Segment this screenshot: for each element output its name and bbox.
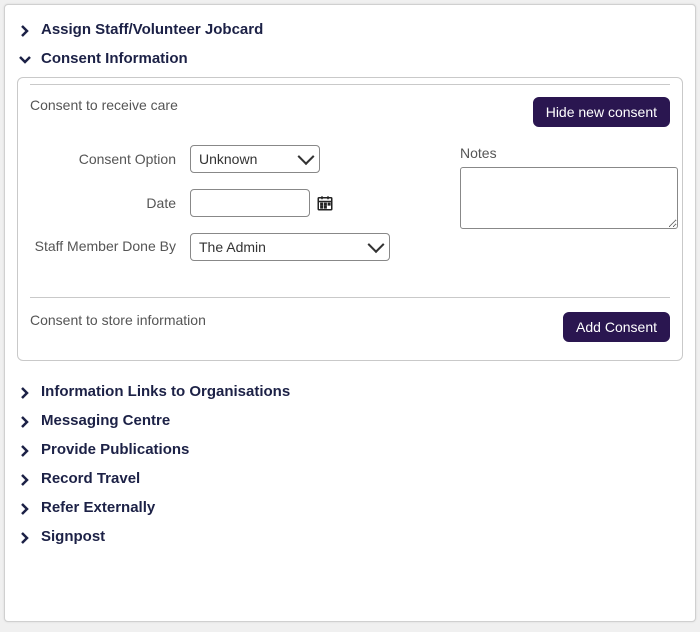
accordion-publications[interactable]: Provide Publications <box>17 435 683 464</box>
consent-option-select[interactable]: Unknown <box>190 145 320 173</box>
divider <box>30 297 670 298</box>
consent-option-label: Consent Option <box>30 150 190 168</box>
chevron-right-icon <box>19 24 41 36</box>
accordion-label: Refer Externally <box>41 499 155 516</box>
accordion-assign-staff[interactable]: Assign Staff/Volunteer Jobcard <box>17 15 683 44</box>
chevron-right-icon <box>19 386 41 398</box>
consent-receive-care-label: Consent to receive care <box>30 97 178 113</box>
add-consent-button[interactable]: Add Consent <box>563 312 670 342</box>
chevron-right-icon <box>19 444 41 456</box>
main-panel: Assign Staff/Volunteer Jobcard Consent I… <box>4 4 696 622</box>
staff-member-label: Staff Member Done By <box>30 233 190 255</box>
accordion-label: Messaging Centre <box>41 412 170 429</box>
consent-content-box: Consent to receive care Hide new consent… <box>17 77 683 361</box>
accordion-messaging[interactable]: Messaging Centre <box>17 406 683 435</box>
hide-new-consent-button[interactable]: Hide new consent <box>533 97 670 127</box>
accordion-signpost[interactable]: Signpost <box>17 522 683 551</box>
chevron-right-icon <box>19 415 41 427</box>
accordion-refer-externally[interactable]: Refer Externally <box>17 493 683 522</box>
accordion-label: Signpost <box>41 528 105 545</box>
accordion-info-links[interactable]: Information Links to Organisations <box>17 377 683 406</box>
date-input[interactable] <box>190 189 310 217</box>
staff-member-select[interactable]: The Admin <box>190 233 390 261</box>
accordion-label: Provide Publications <box>41 441 189 458</box>
accordion-consent-info[interactable]: Consent Information <box>17 44 683 73</box>
consent-store-info-label: Consent to store information <box>30 312 206 328</box>
notes-textarea[interactable] <box>460 167 678 229</box>
calendar-icon[interactable] <box>316 194 334 212</box>
chevron-right-icon <box>19 473 41 485</box>
accordion-label: Record Travel <box>41 470 140 487</box>
chevron-right-icon <box>19 502 41 514</box>
accordion-label: Consent Information <box>41 50 188 67</box>
chevron-right-icon <box>19 531 41 543</box>
chevron-down-icon <box>19 53 41 65</box>
accordion-label: Assign Staff/Volunteer Jobcard <box>41 21 263 38</box>
accordion-label: Information Links to Organisations <box>41 383 290 400</box>
accordion-record-travel[interactable]: Record Travel <box>17 464 683 493</box>
notes-label: Notes <box>460 145 678 161</box>
date-label: Date <box>30 194 190 212</box>
